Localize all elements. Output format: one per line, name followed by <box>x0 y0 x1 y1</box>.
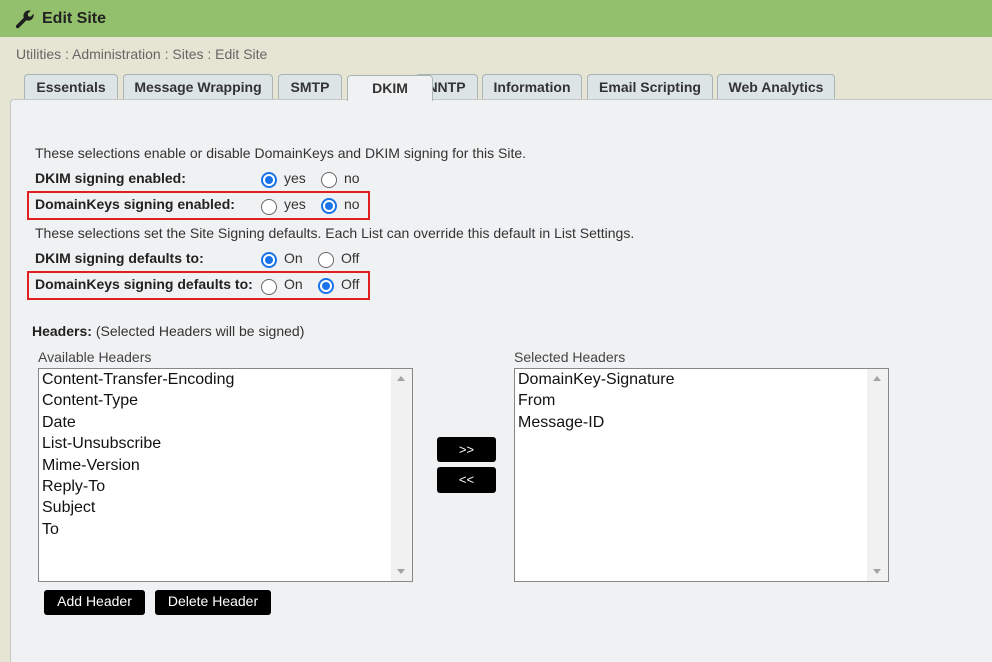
domainkeys-default-off-label[interactable]: Off <box>341 276 359 292</box>
title-bar: Edit Site <box>0 0 992 37</box>
scroll-up-icon[interactable] <box>397 376 405 381</box>
dkim-enabled-label: DKIM signing enabled: <box>35 170 186 186</box>
move-left-button[interactable]: << <box>437 467 496 493</box>
list-item[interactable]: From <box>518 390 675 411</box>
delete-header-button[interactable]: Delete Header <box>155 590 271 615</box>
tab-essentials[interactable]: Essentials <box>24 74 118 100</box>
available-list-scrollbar[interactable] <box>391 369 412 581</box>
dkim-default-off-label[interactable]: Off <box>341 250 359 266</box>
selected-headers-caption: Selected Headers <box>514 349 626 365</box>
dkim-enabled-yes-label[interactable]: yes <box>284 170 306 186</box>
dkim-default-label: DKIM signing defaults to: <box>35 250 204 266</box>
available-headers-list[interactable]: Content-Transfer-Encoding Content-Type D… <box>38 368 413 582</box>
list-item[interactable]: To <box>42 519 234 540</box>
domainkeys-enabled-no-radio[interactable] <box>321 198 337 214</box>
domainkeys-default-off-radio[interactable] <box>318 278 334 294</box>
move-right-button[interactable]: >> <box>437 437 496 462</box>
list-item[interactable]: Reply-To <box>42 476 234 497</box>
list-item[interactable]: Subject <box>42 497 234 518</box>
dkim-default-on-radio[interactable] <box>261 252 277 268</box>
tab-message-wrapping[interactable]: Message Wrapping <box>123 74 273 100</box>
dkim-enabled-yes-radio[interactable] <box>261 172 277 188</box>
domainkeys-enabled-no-label[interactable]: no <box>344 196 360 212</box>
tab-email-scripting[interactable]: Email Scripting <box>587 74 713 100</box>
dkim-enabled-no-label[interactable]: no <box>344 170 360 186</box>
defaults-intro: These selections set the Site Signing de… <box>35 225 635 241</box>
headers-title: Headers: <box>32 323 92 339</box>
dkim-default-off-radio[interactable] <box>318 252 334 268</box>
list-item[interactable]: Message-ID <box>518 412 675 433</box>
list-item[interactable]: DomainKey-Signature <box>518 369 675 390</box>
headers-heading: Headers: (Selected Headers will be signe… <box>32 323 304 339</box>
dkim-enabled-no-radio[interactable] <box>321 172 337 188</box>
breadcrumb[interactable]: Utilities : Administration : Sites : Edi… <box>16 46 267 62</box>
page-title: Edit Site <box>42 10 107 27</box>
selected-headers-list[interactable]: DomainKey-Signature From Message-ID <box>514 368 889 582</box>
tab-information[interactable]: Information <box>482 74 582 100</box>
list-item[interactable]: Content-Transfer-Encoding <box>42 369 234 390</box>
domainkeys-enabled-yes-radio[interactable] <box>261 199 277 215</box>
dkim-default-on-label[interactable]: On <box>284 250 303 266</box>
available-headers-caption: Available Headers <box>38 349 152 365</box>
list-item[interactable]: Date <box>42 412 234 433</box>
scroll-down-icon[interactable] <box>397 569 405 574</box>
domainkeys-enabled-label: DomainKeys signing enabled: <box>35 196 235 212</box>
list-item[interactable]: Mime-Version <box>42 455 234 476</box>
list-item[interactable]: Content-Type <box>42 390 234 411</box>
list-item[interactable]: List-Unsubscribe <box>42 433 234 454</box>
scroll-up-icon[interactable] <box>873 376 881 381</box>
tab-web-analytics[interactable]: Web Analytics <box>717 74 835 100</box>
domainkeys-default-on-label[interactable]: On <box>284 276 303 292</box>
selected-list-scrollbar[interactable] <box>867 369 888 581</box>
domainkeys-default-label: DomainKeys signing defaults to: <box>35 276 253 292</box>
tab-smtp[interactable]: SMTP <box>278 74 342 100</box>
domainkeys-default-on-radio[interactable] <box>261 279 277 295</box>
tab-dkim[interactable]: DKIM <box>347 75 433 101</box>
wrench-icon <box>15 10 34 29</box>
signing-intro: These selections enable or disable Domai… <box>35 145 527 161</box>
scroll-down-icon[interactable] <box>873 569 881 574</box>
add-header-button[interactable]: Add Header <box>44 590 145 615</box>
domainkeys-enabled-yes-label[interactable]: yes <box>284 196 306 212</box>
headers-subtitle: (Selected Headers will be signed) <box>95 323 305 339</box>
